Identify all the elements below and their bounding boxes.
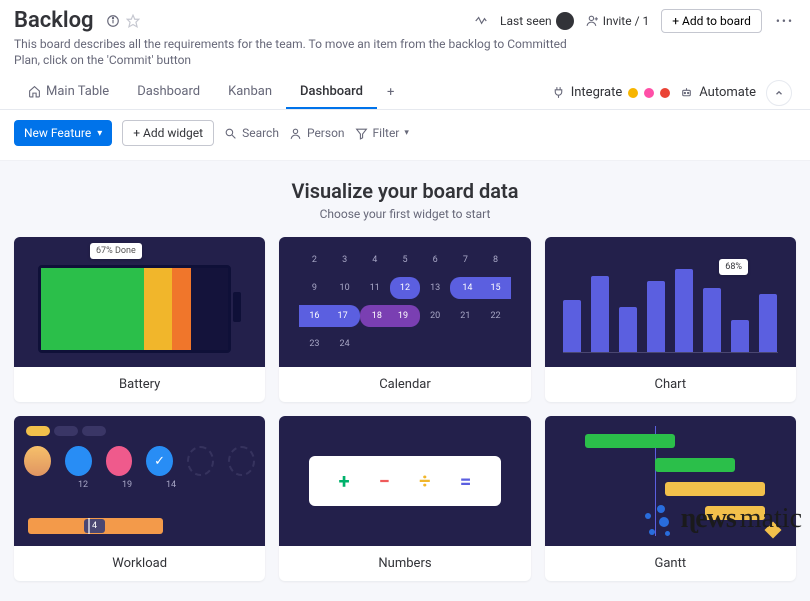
workload-counts: 12 19 14 bbox=[26, 480, 184, 490]
widget-label: Gantt bbox=[545, 546, 796, 581]
widget-card-workload[interactable]: ✓ 12 19 14 4 Workload bbox=[14, 416, 265, 581]
home-icon bbox=[28, 85, 41, 98]
hero-subtitle: Choose your first widget to start bbox=[14, 207, 796, 221]
bar-chart bbox=[563, 257, 778, 353]
hero-title: Visualize your board data bbox=[14, 179, 796, 203]
tab-dashboard-1[interactable]: Dashboard bbox=[123, 76, 214, 109]
tab-main-table[interactable]: Main Table bbox=[14, 76, 123, 109]
chevron-down-icon: ▾ bbox=[404, 128, 409, 138]
info-icon[interactable] bbox=[106, 14, 120, 28]
favorite-star-icon[interactable] bbox=[126, 14, 140, 28]
widget-label: Workload bbox=[14, 546, 265, 581]
activity-icon[interactable] bbox=[474, 14, 488, 28]
last-seen[interactable]: Last seen bbox=[500, 12, 574, 30]
chevron-down-icon: ▾ bbox=[97, 128, 102, 139]
widget-label: Chart bbox=[545, 367, 796, 402]
more-menu-icon[interactable]: ••• bbox=[774, 14, 796, 28]
collapse-header-button[interactable] bbox=[766, 80, 792, 106]
milestone-icon bbox=[764, 522, 781, 539]
battery-icon bbox=[38, 265, 231, 353]
workload-bar: 4 bbox=[28, 518, 163, 534]
add-tab-button[interactable]: + bbox=[377, 79, 404, 106]
avatar bbox=[24, 446, 51, 476]
chevron-up-icon bbox=[774, 88, 784, 98]
gantt-bar bbox=[585, 434, 675, 448]
plus-icon: + bbox=[339, 469, 350, 493]
avatar bbox=[556, 12, 574, 30]
workload-avatars: ✓ bbox=[24, 446, 255, 476]
check-icon: ✓ bbox=[146, 446, 173, 476]
robot-icon bbox=[680, 86, 693, 99]
gantt-bar bbox=[665, 482, 765, 496]
calendar-grid: 2345678 9101112131415 16171819202122 232… bbox=[299, 249, 510, 355]
automate-button[interactable]: Automate bbox=[680, 85, 756, 100]
person-icon bbox=[289, 127, 302, 140]
integrate-button[interactable]: Integrate bbox=[552, 85, 671, 100]
integration-dot-icon bbox=[644, 88, 654, 98]
filter-icon bbox=[355, 127, 368, 140]
divide-icon: ÷ bbox=[419, 469, 430, 493]
widget-label: Battery bbox=[14, 367, 265, 402]
board-description: This board describes all the requirement… bbox=[0, 35, 600, 76]
minus-icon: − bbox=[379, 469, 390, 493]
widget-card-gantt[interactable]: Gantt bbox=[545, 416, 796, 581]
gantt-bar bbox=[655, 458, 735, 472]
filter-button[interactable]: Filter ▾ bbox=[355, 126, 409, 140]
gantt-bar bbox=[705, 506, 765, 520]
widget-card-numbers[interactable]: + − ÷ = Numbers bbox=[279, 416, 530, 581]
search-button[interactable]: Search bbox=[224, 126, 279, 140]
widget-label: Calendar bbox=[279, 367, 530, 402]
search-icon bbox=[224, 127, 237, 140]
add-to-board-button[interactable]: + Add to board bbox=[661, 9, 762, 33]
gmail-icon bbox=[660, 88, 670, 98]
workload-pills bbox=[26, 426, 106, 436]
widget-card-battery[interactable]: 67% Done Battery bbox=[14, 237, 265, 402]
board-title: Backlog bbox=[14, 8, 94, 33]
battery-tooltip: 67% Done bbox=[90, 243, 142, 259]
widget-card-calendar[interactable]: 2345678 9101112131415 16171819202122 232… bbox=[279, 237, 530, 402]
person-filter-button[interactable]: Person bbox=[289, 126, 345, 140]
last-seen-label: Last seen bbox=[500, 14, 552, 28]
tab-kanban[interactable]: Kanban bbox=[214, 76, 286, 109]
invite-button[interactable]: Invite / 1 bbox=[586, 14, 650, 28]
add-widget-button[interactable]: + Add widget bbox=[122, 120, 214, 146]
numbers-ops: + − ÷ = bbox=[309, 456, 500, 506]
plug-icon bbox=[552, 86, 565, 99]
integration-dot-icon bbox=[628, 88, 638, 98]
tab-dashboard-active[interactable]: Dashboard bbox=[286, 76, 377, 109]
widget-card-chart[interactable]: 68% Chart bbox=[545, 237, 796, 402]
equals-icon: = bbox=[460, 469, 471, 493]
new-feature-button[interactable]: New Feature ▾ bbox=[14, 120, 112, 146]
widget-label: Numbers bbox=[279, 546, 530, 581]
